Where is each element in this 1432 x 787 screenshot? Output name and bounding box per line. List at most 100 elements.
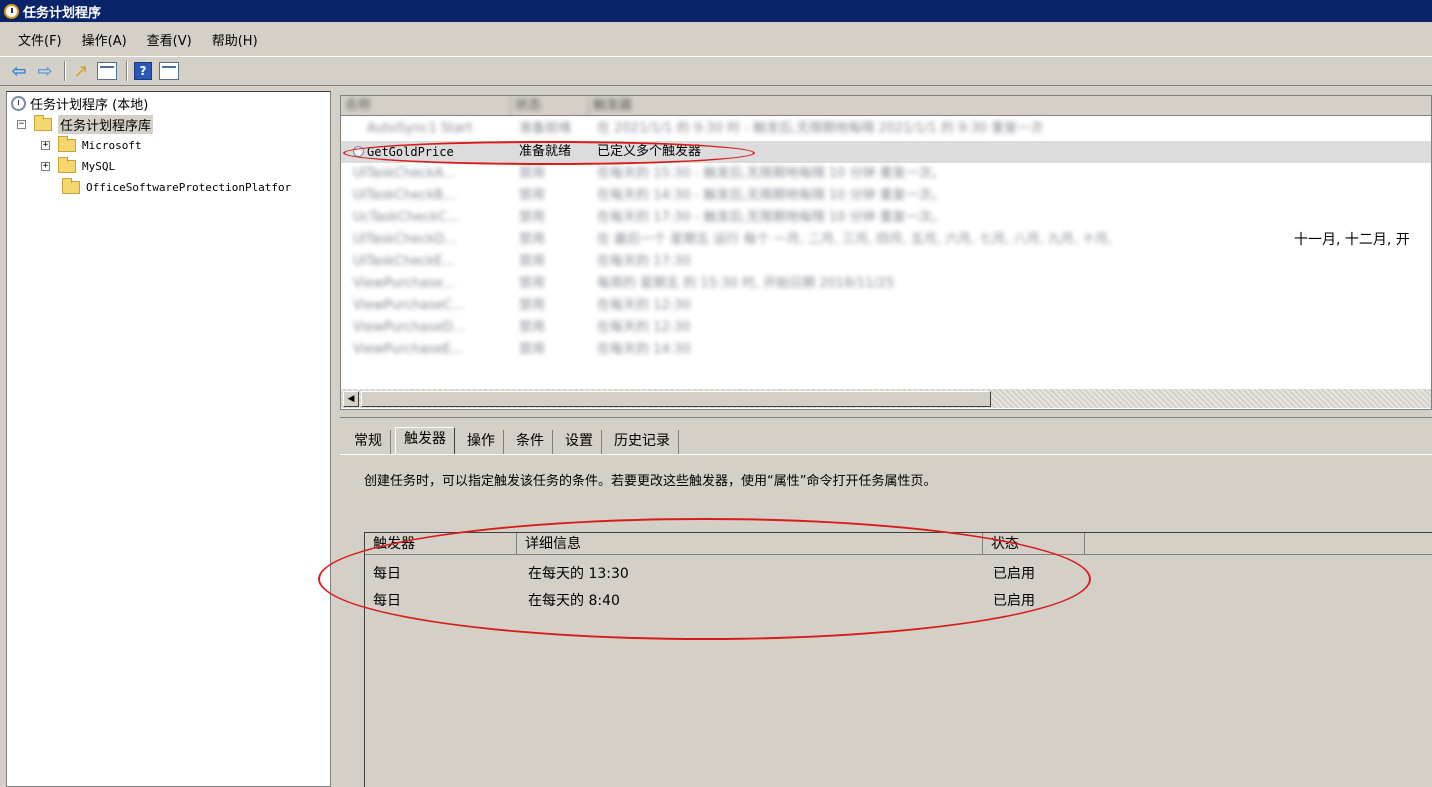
task-row[interactable]: UITaskCheckA... 禁用 在每天的 15:30 - 触发后,无限期地…	[341, 163, 1431, 185]
folder-icon	[62, 177, 80, 194]
task-detail-pane: 常规 触发器 操作 条件 设置 历史记录 创建任务时，可以指定触发该任务的条件。…	[318, 417, 1432, 787]
console-tree-icon	[97, 62, 117, 80]
task-trigger: 在每天的 14:30 - 触发后,无限期地每隔 10 分钟 重复一次。	[597, 188, 945, 203]
tab-triggers[interactable]: 触发器	[395, 427, 455, 455]
expand-icon[interactable]: +	[41, 161, 50, 171]
pane-splitter[interactable]	[331, 91, 339, 787]
task-name: UITaskCheckD...	[353, 232, 457, 247]
scrollbar-thumb[interactable]	[361, 391, 991, 407]
tab-divider	[340, 454, 1432, 455]
folder-icon	[58, 135, 76, 152]
task-name-cell: GetGoldPrice	[353, 141, 454, 163]
tree-root-label: 任务计划程序 (本地)	[30, 97, 149, 113]
task-row[interactable]: ViewPurchaseE... 禁用 在每天的 14:30	[341, 339, 1431, 361]
column-header-trigger[interactable]: 触发器	[365, 533, 517, 555]
task-status: 禁用	[519, 276, 546, 291]
trigger-type: 每日	[373, 566, 401, 582]
task-status: 禁用	[519, 232, 546, 247]
task-trigger: 在每天的 14:30	[597, 342, 691, 357]
menu-help[interactable]: 帮助(H)	[202, 30, 268, 49]
tab-settings[interactable]: 设置	[557, 430, 602, 454]
tab-history[interactable]: 历史记录	[606, 430, 679, 454]
task-name: ViewPurchaseE...	[353, 342, 464, 357]
task-status: 禁用	[519, 254, 546, 269]
title-bar: 任务计划程序	[0, 0, 1432, 22]
show-hide-console-tree-button[interactable]	[96, 60, 118, 82]
tree-item-microsoft[interactable]: + Microsoft	[41, 135, 142, 155]
task-row[interactable]: UITaskCheckD... 禁用 在 最后一个 星期五 运行 每个 一月, …	[341, 229, 1431, 251]
action-pane-icon	[159, 62, 179, 80]
task-row[interactable]: UITaskCheckE... 禁用 在每天的 17:30	[341, 251, 1431, 273]
column-header-details[interactable]: 详细信息	[517, 533, 983, 555]
task-trigger: 在 最后一个 星期五 运行 每个 一月, 二月, 三月, 四月, 五月, 六月,…	[597, 232, 1113, 247]
trigger-row[interactable]: 每日 在每天的 8:40 已启用	[365, 588, 1432, 614]
trigger-row[interactable]: 每日 在每天的 13:30 已启用	[365, 561, 1432, 587]
forward-arrow-icon[interactable]: ⇨	[34, 60, 56, 82]
task-row[interactable]: ViewPurchase... 禁用 每周的 星期五 的 15:30 时, 开始…	[341, 273, 1431, 295]
task-name: ViewPurchaseC...	[353, 298, 465, 313]
collapse-icon[interactable]: −	[17, 119, 26, 129]
task-scheduler-icon	[4, 3, 19, 19]
task-status: 禁用	[519, 320, 546, 335]
help-button[interactable]: ?	[132, 60, 154, 82]
task-status: 禁用	[519, 298, 546, 313]
task-trigger: 在每天的 17:30	[597, 254, 691, 269]
menu-view[interactable]: 查看(V)	[137, 30, 202, 49]
tab-general[interactable]: 常规	[346, 430, 391, 454]
task-trigger: 在每天的 17:30 - 触发后,无限期地每隔 10 分钟 重复一次。	[597, 210, 945, 225]
toolbar-separator	[126, 61, 128, 81]
task-row[interactable]: UITaskCheckB... 禁用 在每天的 14:30 - 触发后,无限期地…	[341, 185, 1431, 207]
folder-icon	[58, 156, 76, 173]
trigger-type: 每日	[373, 593, 401, 609]
task-list: 名称 状态 触发器 AutoSync1 Start 准备就绪 在 2021/1/…	[340, 95, 1432, 410]
tree-library-label: 任务计划程序库	[58, 114, 154, 134]
task-icon	[353, 146, 364, 157]
toolbar: ⇦ ⇨ ↗ ?	[0, 56, 1432, 86]
task-row-getgoldprice[interactable]: GetGoldPrice 准备就绪 已定义多个触发器	[341, 141, 1431, 163]
trigger-status: 已启用	[993, 566, 1035, 582]
tab-actions[interactable]: 操作	[459, 430, 504, 454]
task-trigger-tail: 十一月, 十二月, 开	[1294, 232, 1410, 248]
task-name: ViewPurchaseD...	[353, 320, 466, 335]
console-tree: 任务计划程序 (本地) − 任务计划程序库 + Microsoft + MySQ…	[6, 91, 331, 787]
trigger-detail: 在每天的 13:30	[528, 566, 629, 582]
horizontal-scrollbar[interactable]: ◀	[341, 388, 1431, 408]
triggers-table-header: 触发器 详细信息 状态	[365, 533, 1432, 555]
tree-item-root[interactable]: 任务计划程序 (本地)	[11, 93, 148, 113]
tree-item-office[interactable]: OfficeSoftwareProtectionPlatfor	[62, 177, 291, 197]
task-name: AutoSync1 Start	[367, 121, 473, 136]
task-status: 准备就绪	[519, 144, 572, 159]
column-header-status[interactable]: 状态	[983, 533, 1085, 555]
task-name: ViewPurchase...	[353, 276, 456, 291]
column-header-trigger[interactable]: 触发器	[589, 96, 1431, 116]
task-row[interactable]: ViewPurchaseD... 禁用 在每天的 12:30	[341, 317, 1431, 339]
tree-item-label: Microsoft	[82, 138, 142, 152]
task-status: 禁用	[519, 188, 546, 203]
tab-conditions[interactable]: 条件	[508, 430, 553, 454]
task-name: GetGoldPrice	[367, 145, 454, 159]
task-row[interactable]: ViewPurchaseC... 禁用 在每天的 12:30	[341, 295, 1431, 317]
task-trigger: 在每天的 15:30 - 触发后,无限期地每隔 10 分钟 重复一次。	[597, 166, 945, 181]
task-name: UITaskCheckE...	[353, 254, 456, 269]
trigger-status: 已启用	[993, 593, 1035, 609]
task-trigger: 每周的 星期五 的 15:30 时, 开始日期 2018/11/25	[597, 276, 895, 291]
back-arrow-icon[interactable]: ⇦	[8, 60, 30, 82]
expand-icon[interactable]: +	[41, 140, 50, 150]
tree-item-mysql[interactable]: + MySQL	[41, 156, 115, 176]
trigger-detail: 在每天的 8:40	[528, 593, 620, 609]
toolbar-separator	[64, 61, 66, 81]
task-name: UcTaskCheckC...	[353, 210, 460, 225]
task-status: 禁用	[519, 166, 546, 181]
menu-action[interactable]: 操作(A)	[72, 30, 137, 49]
scroll-left-icon[interactable]: ◀	[343, 391, 359, 407]
tree-item-library[interactable]: − 任务计划程序库	[17, 114, 154, 134]
show-hide-action-pane-button[interactable]	[158, 60, 180, 82]
window-title: 任务计划程序	[23, 5, 102, 21]
menu-file[interactable]: 文件(F)	[8, 30, 72, 49]
task-row[interactable]: AutoSync1 Start 准备就绪 在 2021/1/1 的 9:30 时…	[341, 118, 1431, 140]
task-row[interactable]: UcTaskCheckC... 禁用 在每天的 17:30 - 触发后,无限期地…	[341, 207, 1431, 229]
up-folder-icon[interactable]: ↗	[70, 60, 92, 82]
column-header-name[interactable]: 名称	[341, 96, 511, 116]
column-header-status[interactable]: 状态	[511, 96, 589, 116]
menu-bar: 文件(F) 操作(A) 查看(V) 帮助(H)	[0, 27, 268, 51]
